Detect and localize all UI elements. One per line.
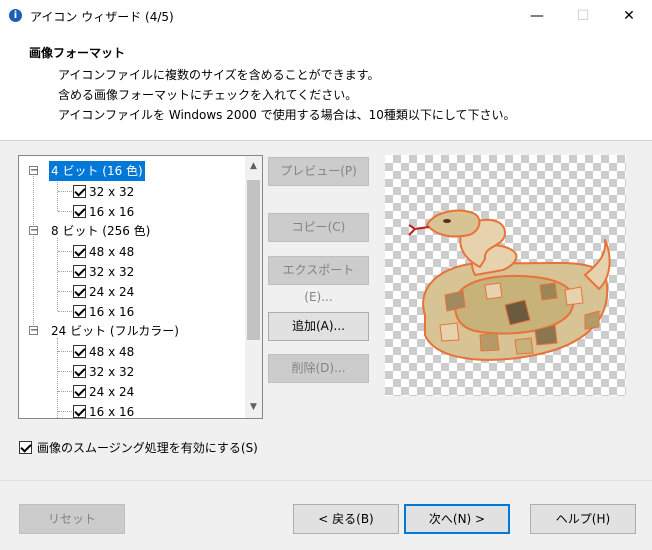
tree-connector (58, 351, 72, 352)
scroll-down-icon[interactable]: ▼ (245, 399, 262, 416)
scroll-up-icon[interactable]: ▲ (245, 158, 262, 175)
next-button[interactable]: 次へ(N) > (404, 504, 510, 534)
tree-item-label: 16 x 16 (89, 204, 135, 219)
tree-item-8bit-24[interactable]: 24 x 24 (73, 281, 134, 301)
tree-item-label: 16 x 16 (89, 304, 135, 319)
tree-connector (57, 178, 58, 211)
back-button[interactable]: < 戻る(B) (293, 504, 399, 534)
tree-group-label: 4 ビット (16 色) (49, 161, 145, 181)
checkbox-icon[interactable] (73, 365, 86, 378)
delete-button[interactable]: 削除(D)... (268, 354, 369, 383)
tree-item-label: 24 x 24 (89, 384, 135, 399)
tree-item-label: 48 x 48 (89, 344, 135, 359)
icon-preview (385, 155, 626, 396)
header-title: 画像フォーマット (29, 46, 126, 60)
collapse-icon[interactable]: − (29, 226, 38, 236)
tree-connector (58, 211, 72, 212)
tree-item-24bit-16[interactable]: 16 x 16 (73, 401, 134, 418)
tree-connector (58, 271, 72, 272)
tree-item-label: 32 x 32 (89, 264, 135, 279)
checkbox-icon[interactable] (73, 205, 86, 218)
snake-icon (408, 209, 611, 361)
tree-scrollbar[interactable]: ▲ ▼ (245, 156, 262, 418)
tree-connector (57, 238, 58, 311)
collapse-icon[interactable]: − (29, 166, 38, 176)
tree-group-24bit[interactable]: − 24 ビット (フルカラー) (19, 321, 245, 341)
tree-connector (58, 391, 72, 392)
checkbox-icon[interactable] (73, 265, 86, 278)
tree-item-24bit-48[interactable]: 48 x 48 (73, 341, 134, 361)
title-bar: i アイコン ウィザード (4/5) — ☐ ✕ (0, 0, 652, 32)
tree-connector (57, 338, 58, 418)
tree-group-8bit[interactable]: − 8 ビット (256 色) (19, 221, 245, 241)
tree-item-label: 48 x 48 (89, 244, 135, 259)
tree-item-4bit-16[interactable]: 16 x 16 (73, 201, 134, 221)
tree-group-label: 24 ビット (フルカラー) (51, 324, 179, 338)
scroll-thumb[interactable] (247, 180, 260, 340)
header-line-2: 含める画像フォーマットにチェックを入れてください。 (58, 88, 358, 102)
tree-items: − 4 ビット (16 色) 32 x 32 16 x 16 − 8 ビット (… (19, 156, 245, 418)
maximize-button: ☐ (576, 8, 590, 24)
tree-connector (58, 191, 72, 192)
add-button[interactable]: 追加(A)... (268, 312, 369, 341)
header-line-1: アイコンファイルに複数のサイズを含めることができます。 (58, 68, 380, 82)
wizard-header: 画像フォーマット アイコンファイルに複数のサイズを含めることができます。 含める… (0, 32, 652, 141)
tree-item-8bit-48[interactable]: 48 x 48 (73, 241, 134, 261)
export-button[interactable]: エクスポート(E)... (268, 256, 369, 304)
tree-item-24bit-32[interactable]: 32 x 32 (73, 361, 134, 381)
tree-item-label: 16 x 16 (89, 404, 135, 419)
tree-item-8bit-16[interactable]: 16 x 16 (73, 301, 134, 321)
window-title: アイコン ウィザード (4/5) (30, 10, 174, 24)
app-icon: i (9, 9, 22, 22)
tree-connector (58, 311, 72, 312)
tree-item-label: 32 x 32 (89, 184, 135, 199)
help-button[interactable]: ヘルプ(H) (530, 504, 636, 534)
collapse-icon[interactable]: − (29, 326, 38, 336)
tree-item-label: 32 x 32 (89, 364, 135, 379)
minimize-button[interactable]: — (514, 0, 560, 32)
checkbox-icon[interactable] (73, 285, 86, 298)
tree-connector (58, 291, 72, 292)
footer-separator (0, 480, 652, 481)
tree-group-label: 8 ビット (256 色) (51, 224, 151, 238)
smoothing-label: 画像のスムージング処理を有効にする(S) (37, 441, 258, 455)
format-tree[interactable]: − 4 ビット (16 色) 32 x 32 16 x 16 − 8 ビット (… (18, 155, 263, 419)
checkbox-icon[interactable] (73, 405, 86, 418)
header-line-3: アイコンファイルを Windows 2000 で使用する場合は、10種類以下にし… (58, 108, 516, 122)
tree-item-8bit-32[interactable]: 32 x 32 (73, 261, 134, 281)
tree-connector (58, 411, 72, 412)
tree-connector (33, 170, 34, 329)
close-button[interactable]: ✕ (606, 0, 652, 32)
checkbox-icon[interactable] (73, 345, 86, 358)
checkbox-icon[interactable] (73, 185, 86, 198)
tree-group-4bit[interactable]: − 4 ビット (16 色) (19, 161, 245, 181)
checkbox-icon[interactable] (73, 245, 86, 258)
smoothing-option[interactable]: 画像のスムージング処理を有効にする(S) (19, 440, 258, 455)
tree-connector (58, 371, 72, 372)
tree-connector (58, 251, 72, 252)
smoothing-checkbox[interactable] (19, 441, 32, 454)
tree-item-24bit-24[interactable]: 24 x 24 (73, 381, 134, 401)
copy-button[interactable]: コピー(C) (268, 213, 369, 242)
preview-button[interactable]: プレビュー(P) (268, 157, 369, 186)
checkbox-icon[interactable] (73, 385, 86, 398)
tree-item-label: 24 x 24 (89, 284, 135, 299)
reset-button[interactable]: リセット (19, 504, 125, 534)
tree-item-4bit-32[interactable]: 32 x 32 (73, 181, 134, 201)
checkbox-icon[interactable] (73, 305, 86, 318)
